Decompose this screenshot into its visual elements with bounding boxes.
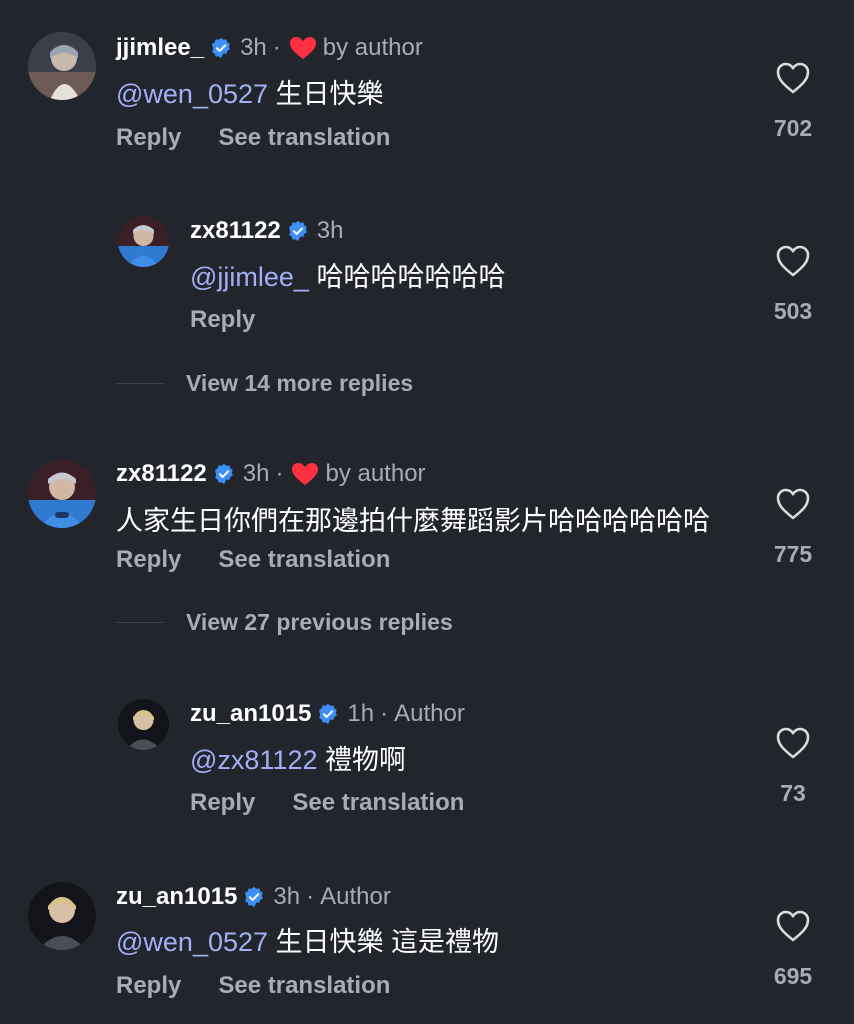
- comment-actions: Reply See translation: [116, 124, 427, 152]
- view-previous-replies-label: View 27 previous replies: [186, 609, 453, 635]
- timestamp: 3h: [273, 883, 301, 910]
- author-label: Author: [320, 883, 391, 910]
- see-translation-button[interactable]: See translation: [218, 972, 390, 1000]
- like-count: 775: [773, 541, 813, 567]
- author-label: Author: [394, 700, 465, 727]
- like-count: 503: [773, 298, 813, 324]
- comment-actions: Reply See translation: [116, 546, 427, 574]
- view-previous-replies-button[interactable]: View 27 previous replies: [116, 609, 453, 636]
- username[interactable]: zx81122: [116, 460, 207, 488]
- divider-line: [116, 383, 164, 384]
- mention-link[interactable]: @zx81122: [190, 745, 318, 775]
- heart-outline-icon[interactable]: [775, 726, 811, 760]
- avatar[interactable]: [28, 32, 96, 100]
- verified-badge-icon: [214, 463, 233, 485]
- comment-header: zx81122 3h · by author: [116, 460, 426, 488]
- comment-header: zu_an1015 3h · Author: [116, 883, 391, 911]
- comment-header: zu_an1015 1h · Author: [190, 700, 465, 728]
- like-control: 73: [753, 726, 833, 807]
- view-more-replies-button[interactable]: View 14 more replies: [116, 370, 413, 397]
- username[interactable]: zu_an1015: [116, 883, 237, 911]
- avatar[interactable]: [28, 882, 96, 950]
- avatar[interactable]: [118, 699, 169, 750]
- like-control: 775: [753, 487, 833, 568]
- mention-link[interactable]: @wen_0527: [116, 79, 268, 109]
- comment-actions: Reply: [190, 306, 292, 334]
- comment-body: 禮物啊: [325, 745, 407, 775]
- like-control: 702: [753, 61, 833, 142]
- like-count: 695: [773, 963, 813, 989]
- username[interactable]: zu_an1015: [190, 700, 311, 728]
- separator: ·: [272, 34, 281, 61]
- like-control: 695: [753, 909, 833, 990]
- comment-text: @jjimlee_ 哈哈哈哈哈哈哈: [190, 255, 505, 294]
- avatar[interactable]: [28, 460, 96, 528]
- comment-text: @wen_0527 生日快樂: [116, 72, 384, 111]
- verified-badge-icon: [288, 220, 307, 242]
- comment-actions: Reply See translation: [190, 789, 501, 817]
- see-translation-button[interactable]: See translation: [218, 546, 390, 574]
- reply-button[interactable]: Reply: [190, 306, 255, 334]
- heart-filled-icon: [289, 37, 316, 59]
- mention-link[interactable]: @jjimlee_: [190, 262, 309, 292]
- heart-outline-icon[interactable]: [775, 244, 811, 278]
- comment-text: 人家生日你們在那邊拍什麼舞蹈影片哈哈哈哈哈哈: [116, 499, 710, 538]
- verified-badge-icon: [212, 37, 230, 59]
- timestamp: 3h: [240, 34, 267, 61]
- like-count: 73: [780, 780, 806, 806]
- like-control: 503: [753, 244, 833, 325]
- username[interactable]: zx81122: [190, 217, 281, 245]
- heart-filled-icon: [292, 463, 319, 485]
- comment-body: 生日快樂: [275, 79, 384, 109]
- comment-body: 哈哈哈哈哈哈哈: [316, 262, 506, 292]
- reply-button[interactable]: Reply: [190, 789, 255, 817]
- see-translation-button[interactable]: See translation: [218, 124, 390, 152]
- heart-outline-icon[interactable]: [775, 487, 811, 521]
- separator: ·: [380, 700, 389, 727]
- timestamp: 3h: [242, 460, 270, 487]
- separator: ·: [306, 883, 315, 910]
- comment-header: jjimlee_ 3h · by author: [116, 34, 423, 62]
- mention-link[interactable]: @wen_0527: [116, 927, 268, 957]
- separator: ·: [275, 460, 284, 487]
- view-more-replies-label: View 14 more replies: [186, 370, 414, 396]
- comment-body: 人家生日你們在那邊拍什麼舞蹈影片哈哈哈哈哈哈: [116, 506, 710, 536]
- heart-outline-icon[interactable]: [775, 909, 811, 943]
- divider-line: [116, 622, 164, 623]
- reply-button[interactable]: Reply: [116, 972, 181, 1000]
- comment-actions: Reply See translation: [116, 972, 427, 1000]
- author-liked-badge: by author: [322, 34, 423, 61]
- see-translation-button[interactable]: See translation: [292, 789, 464, 817]
- timestamp: 1h: [347, 700, 375, 727]
- reply-button[interactable]: Reply: [116, 124, 181, 152]
- verified-badge-icon: [319, 703, 338, 725]
- timestamp: 3h: [316, 217, 344, 244]
- heart-outline-icon[interactable]: [775, 61, 811, 95]
- avatar[interactable]: [118, 216, 169, 267]
- like-count: 702: [773, 115, 813, 141]
- comment-text: @zx81122 禮物啊: [190, 738, 406, 777]
- reply-button[interactable]: Reply: [116, 546, 181, 574]
- comment-text: @wen_0527 生日快樂 這是禮物: [116, 920, 499, 959]
- comment-body: 生日快樂 這是禮物: [275, 927, 500, 957]
- comment-header: zx81122 3h: [190, 217, 343, 245]
- verified-badge-icon: [245, 886, 264, 908]
- username[interactable]: jjimlee_: [116, 34, 204, 62]
- author-liked-badge: by author: [325, 460, 426, 487]
